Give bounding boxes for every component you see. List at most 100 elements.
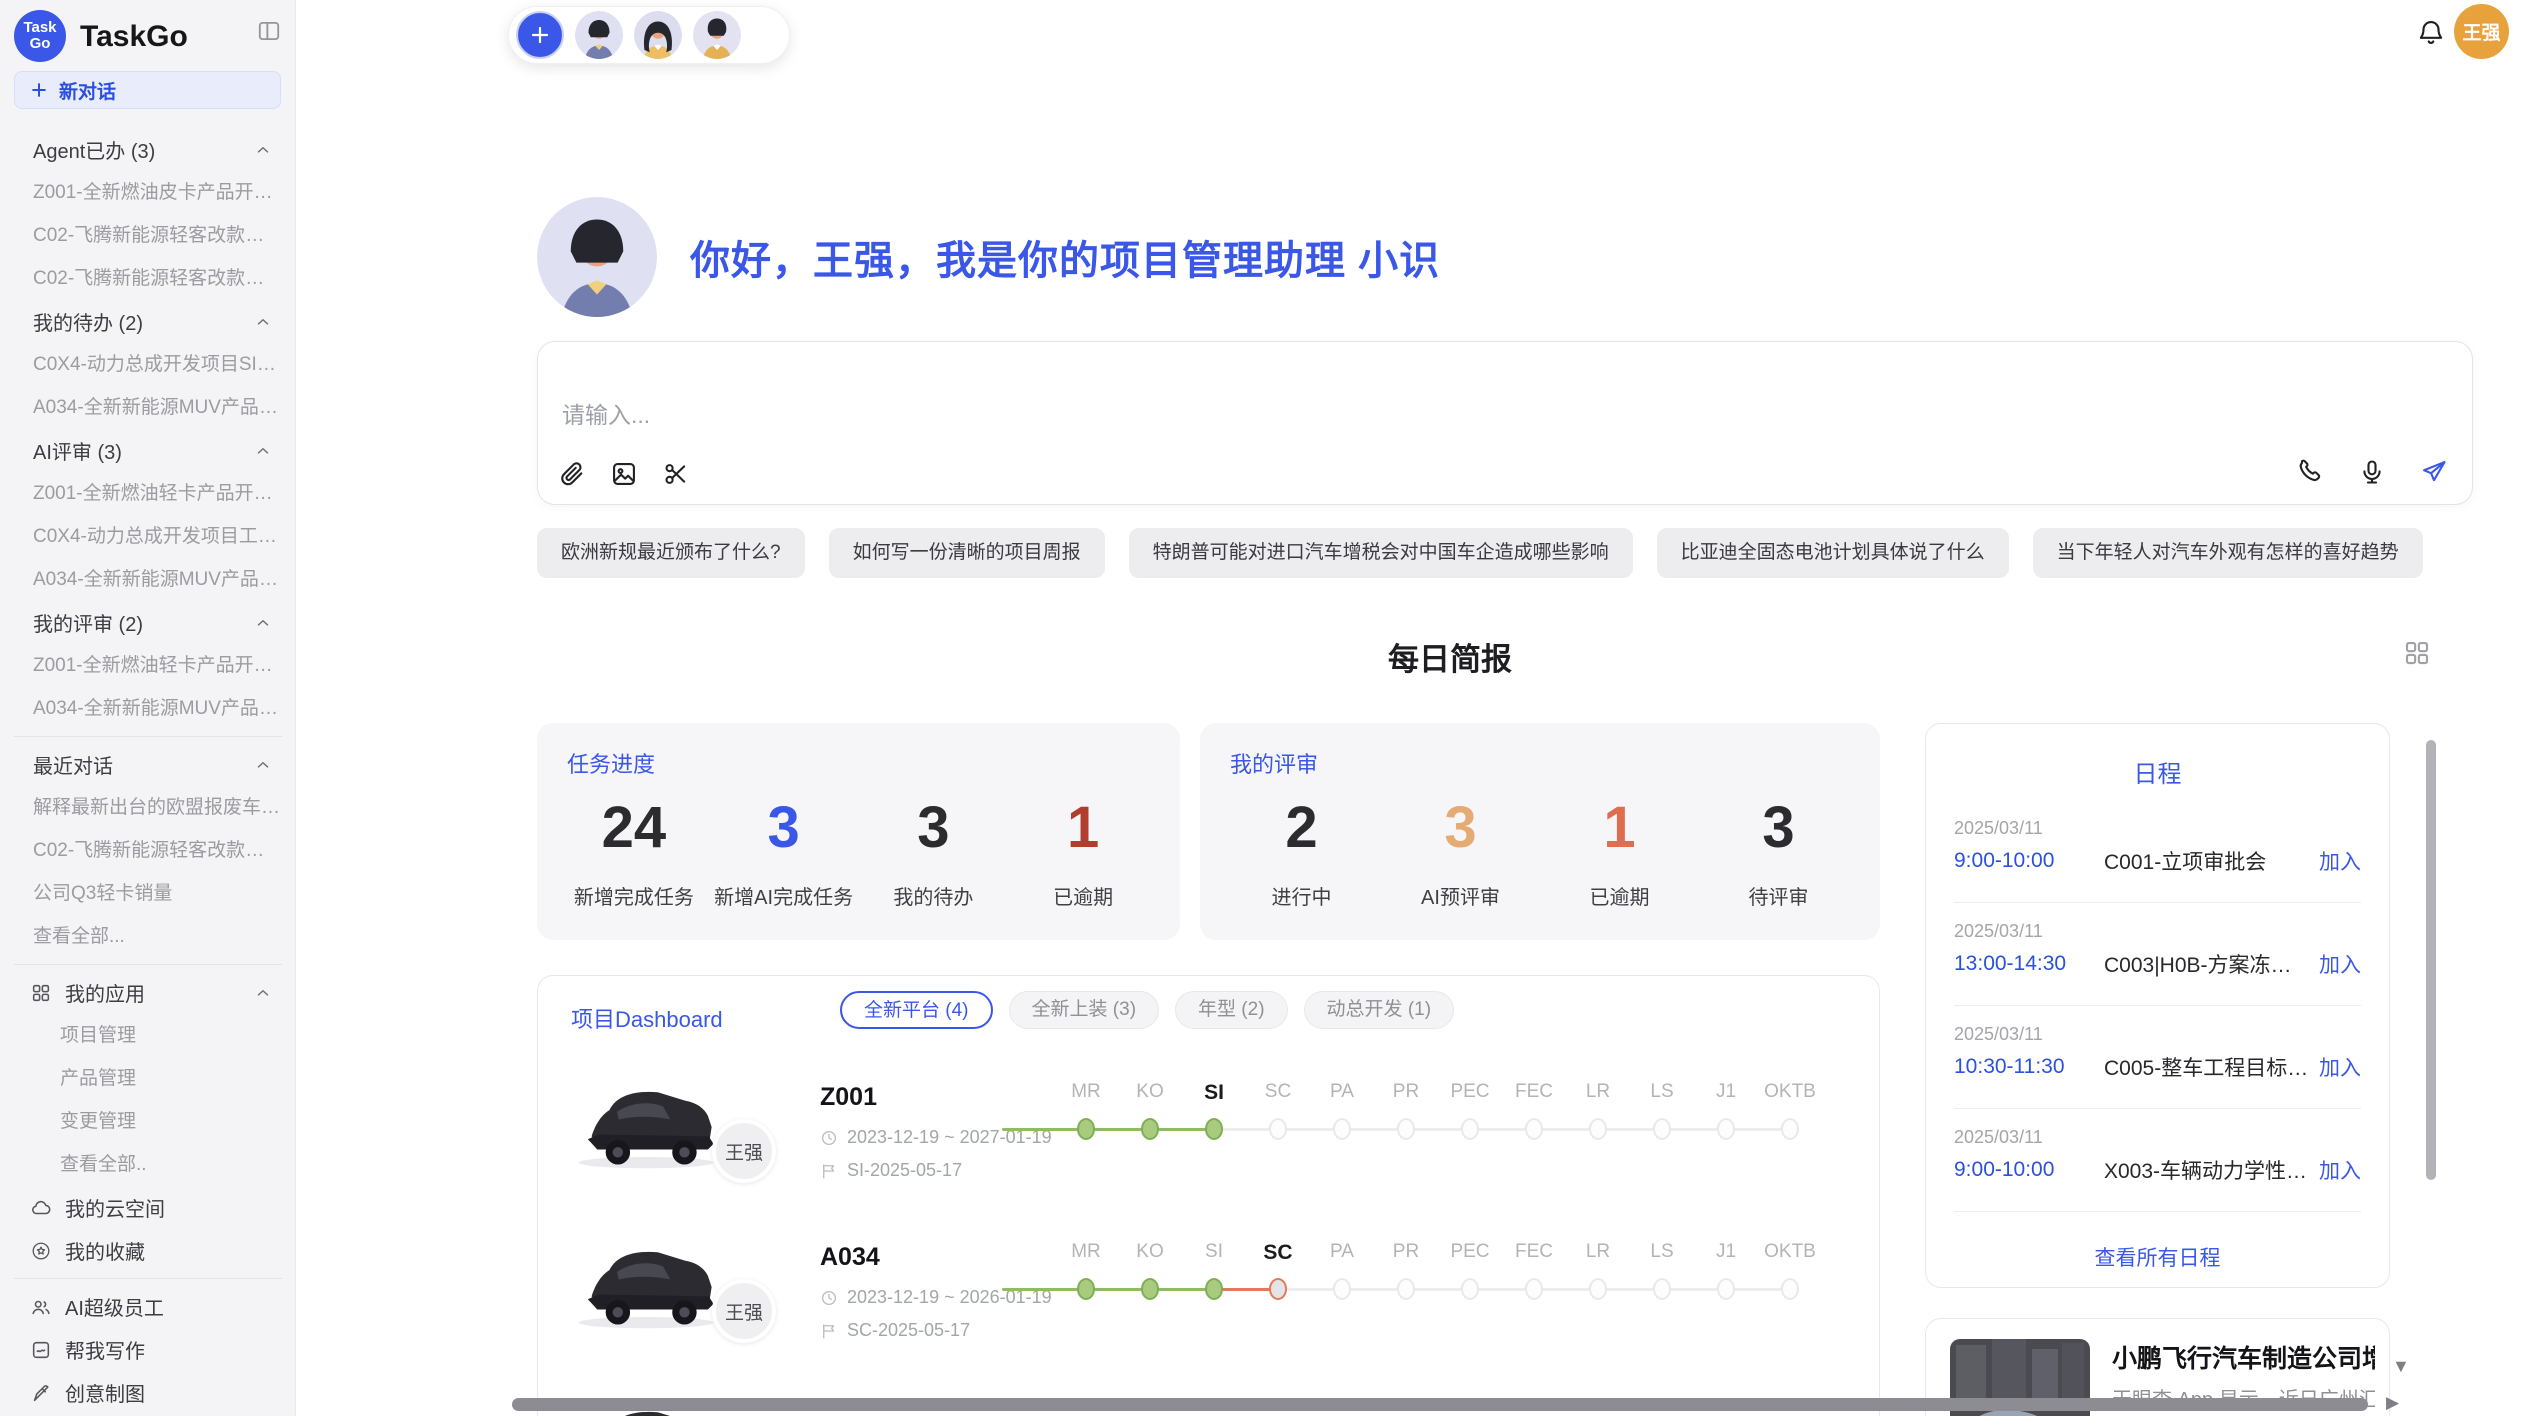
scroll-down-arrow-icon[interactable]: ▼ — [2392, 1356, 2410, 1377]
sidebar-divider — [14, 1278, 282, 1279]
project-flag-text: SC-2025-05-17 — [847, 1320, 970, 1341]
event-join-link[interactable]: 加入 — [2309, 1155, 2361, 1185]
sidebar-tool-writing[interactable]: 帮我写作 — [0, 1328, 296, 1371]
milestone-dot — [1269, 1278, 1287, 1300]
new-chat-button[interactable]: 新对话 — [14, 71, 281, 109]
milestone-label: PR — [1374, 1081, 1438, 1103]
sidebar-tool-people[interactable]: AI超级员工 — [0, 1285, 296, 1328]
sidebar-section-header[interactable]: AI评审 (3) — [0, 429, 296, 472]
milestone-label: PA — [1310, 1081, 1374, 1103]
star-badge-icon — [30, 1240, 52, 1262]
chevron-up-icon — [254, 313, 272, 331]
male-avatar[interactable] — [575, 11, 623, 59]
event-time: 13:00-14:30 — [1954, 952, 2104, 976]
sidebar-collapse-icon[interactable] — [256, 18, 282, 44]
event-row: 9:00-10:00C001-立项审批会加入 — [1954, 846, 2361, 876]
event-row: 13:00-14:30C003|H0B-方案冻结评审加入 — [1954, 949, 2361, 979]
sidebar-recent-header[interactable]: 最近对话 — [0, 743, 296, 786]
user-avatar[interactable]: 王强 — [2454, 4, 2509, 59]
event-row: 9:00-10:00X003-车辆动力学性能验...加入 — [1954, 1155, 2361, 1185]
suggestion-chip[interactable]: 特朗普可能对进口汽车增税会对中国车企造成哪些影响 — [1129, 528, 1633, 578]
event-divider — [1954, 1211, 2361, 1212]
layout-grid-icon[interactable] — [2402, 638, 2432, 668]
stat-item: 3待评审 — [1699, 789, 1858, 920]
dashboard-tab[interactable]: 全新平台 (4) — [840, 991, 993, 1029]
phone-icon[interactable] — [2290, 452, 2330, 492]
female-avatar-2[interactable] — [693, 11, 741, 59]
sidebar-section-header[interactable]: 我的评审 (2) — [0, 601, 296, 644]
milestone-dot — [1077, 1278, 1095, 1300]
sidebar-task-item[interactable]: C0X4-动力总成开发项目工程变更评审 — [0, 515, 296, 558]
event-join-link[interactable]: 加入 — [2309, 949, 2361, 979]
notification-bell-icon[interactable] — [2416, 17, 2446, 47]
attachment-icon[interactable] — [552, 454, 592, 494]
dashboard-tab[interactable]: 动总开发 (1) — [1304, 991, 1455, 1029]
chevron-up-icon — [254, 984, 272, 1002]
sidebar-task-item[interactable]: Z001-全新燃油轻卡产品开发项目SI造型提交物评审 — [0, 472, 296, 515]
sidebar-app-item[interactable]: 查看全部.. — [0, 1143, 296, 1186]
stat-value: 3 — [767, 799, 799, 857]
event-join-link[interactable]: 加入 — [2309, 1052, 2361, 1082]
milestone-label: LS — [1630, 1241, 1694, 1263]
sidebar-task-item[interactable]: A034-全新新能源MUV产品开发项目法规符合性评审 — [0, 558, 296, 601]
milestone-dot — [1141, 1278, 1159, 1300]
sidebar-app-item[interactable]: 变更管理 — [0, 1100, 296, 1143]
suggestion-chip[interactable]: 欧洲新规最近颁布了什么? — [537, 528, 805, 578]
scroll-right-arrow-icon[interactable]: ▶ — [2386, 1393, 2399, 1413]
sidebar-section-header[interactable]: 我的待办 (2) — [0, 300, 296, 343]
add-assistant-button[interactable] — [516, 11, 564, 59]
stat-label: 新增完成任务 — [574, 881, 694, 910]
vertical-scrollbar[interactable] — [2426, 740, 2436, 1180]
sidebar-item-star-badge[interactable]: 我的收藏 — [0, 1229, 296, 1272]
milestone-label: OKTB — [1758, 1081, 1822, 1103]
sidebar-task-item[interactable]: C02-飞腾新能源轻客改款项目里程碑画布 — [0, 214, 296, 257]
milestone-label: MR — [1054, 1241, 1118, 1263]
sidebar-recent-item[interactable]: C02-飞腾新能源轻客改款项目的闭环通告反馈情况 — [0, 829, 296, 872]
sidebar-tool-pen[interactable]: 创意制图 — [0, 1371, 296, 1414]
horizontal-scrollbar[interactable] — [512, 1398, 2368, 1411]
sidebar-task-item[interactable]: A034-全新新能源MUV产品开发项目计划变更表编写 — [0, 386, 296, 429]
sidebar-task-item[interactable]: C02-飞腾新能源轻客改款项目立项汇报方案 — [0, 257, 296, 300]
sidebar-task-item[interactable]: C0X4-动力总成开发项目SI里程碑提交物检查 — [0, 343, 296, 386]
suggestion-chip[interactable]: 比亚迪全固态电池计划具体说了什么 — [1657, 528, 2009, 578]
sidebar-app-item[interactable]: 项目管理 — [0, 1014, 296, 1057]
suggestion-chip[interactable]: 如何写一份清晰的项目周报 — [829, 528, 1105, 578]
send-icon[interactable] — [2414, 452, 2454, 492]
sidebar-item-my-apps[interactable]: 我的应用 — [0, 971, 296, 1014]
sidebar-app-item[interactable]: 产品管理 — [0, 1057, 296, 1100]
dashboard-tab[interactable]: 年型 (2) — [1175, 991, 1288, 1029]
event-time: 9:00-10:00 — [1954, 849, 2104, 873]
project-name: Z001 — [820, 1083, 877, 1112]
logo-text-top: Task — [23, 20, 56, 37]
clock-icon — [820, 1129, 838, 1147]
sidebar-recent-item[interactable]: 解释最新出台的欧盟报废车法规再生塑料比例被调至15%... — [0, 786, 296, 829]
view-all-schedule-link[interactable]: 查看所有日程 — [1926, 1242, 2389, 1272]
screenshot-icon[interactable] — [656, 454, 696, 494]
sidebar-task-item[interactable]: Z001-全新燃油皮卡产品开发项目SI节点Lesson Learn报告 — [0, 171, 296, 214]
milestone-dot — [1269, 1118, 1287, 1140]
dashboard-tab[interactable]: 全新上装 (3) — [1009, 991, 1160, 1029]
suggestion-chip[interactable]: 当下年轻人对汽车外观有怎样的喜好趋势 — [2033, 528, 2423, 578]
message-input[interactable]: 请输入... — [537, 341, 2473, 505]
milestone-dot — [1525, 1118, 1543, 1140]
sidebar-item-cloud[interactable]: 我的云空间 — [0, 1186, 296, 1229]
sidebar-view-all-link[interactable]: 查看全部... — [0, 915, 296, 958]
sidebar-task-item[interactable]: A034-全新新能源MUV产品开发项目造型可行性评审 — [0, 687, 296, 730]
event-join-link[interactable]: 加入 — [2309, 846, 2361, 876]
event-date: 2025/03/11 — [1954, 1024, 2361, 1045]
sidebar-recent-item[interactable]: 公司Q3轻卡销量 — [0, 872, 296, 915]
stat-item: 3新增AI完成任务 — [709, 789, 859, 920]
image-icon[interactable] — [604, 454, 644, 494]
chevron-up-icon — [254, 756, 272, 774]
schedule-event: 2025/03/119:00-10:00X003-车辆动力学性能验...加入 — [1954, 1127, 2361, 1213]
project-row[interactable]: 王强A0342023-12-19 ~ 2026-01-19SC-2025-05-… — [538, 1231, 1879, 1383]
stat-label: 进行中 — [1272, 881, 1332, 910]
sidebar-section-header[interactable]: Agent已办 (3) — [0, 128, 296, 171]
microphone-icon[interactable] — [2352, 452, 2392, 492]
project-row[interactable]: 王强Z0012023-12-19 ~ 2027-01-19SI-2025-05-… — [538, 1071, 1879, 1223]
dashboard-title: 项目Dashboard — [571, 1002, 723, 1034]
sidebar-task-item[interactable]: Z001-全新燃油轻卡产品开发项目SI节点属性5D文件评审 — [0, 644, 296, 687]
female-avatar[interactable] — [634, 11, 682, 59]
milestone-label: LS — [1630, 1081, 1694, 1103]
sidebar-nav: Agent已办 (3)Z001-全新燃油皮卡产品开发项目SI节点Lesson L… — [0, 128, 296, 1414]
